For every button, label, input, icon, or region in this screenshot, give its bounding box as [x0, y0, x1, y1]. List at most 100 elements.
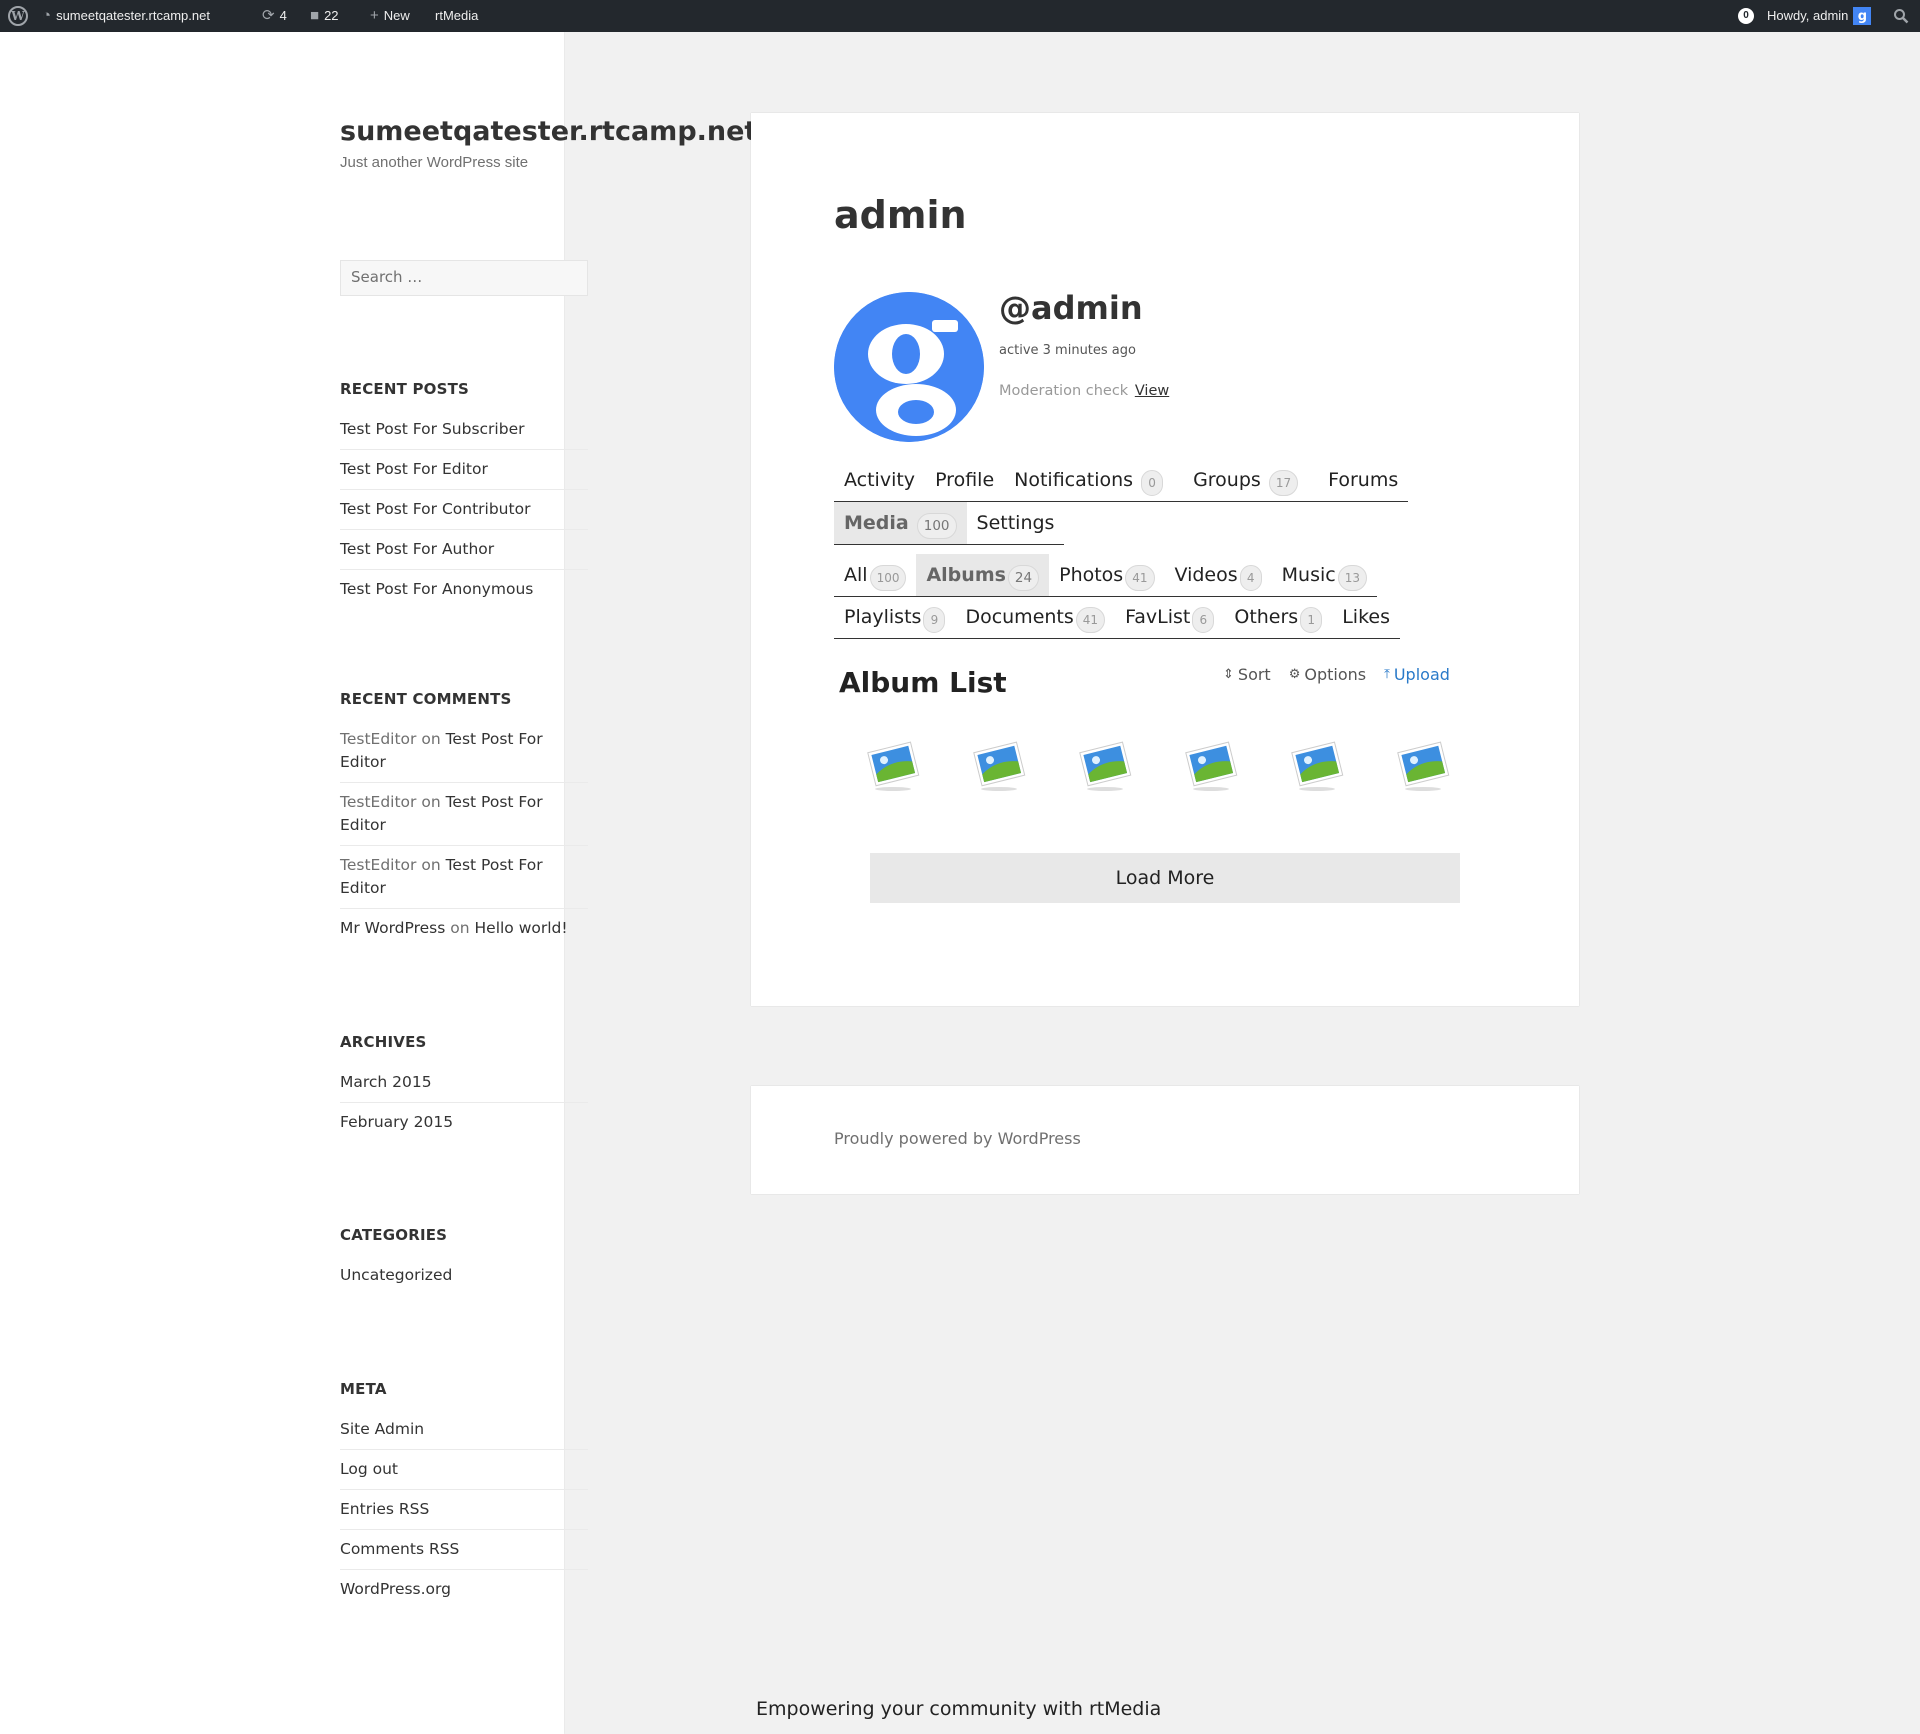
tab-count: 41 — [1075, 607, 1106, 633]
site-name-menu[interactable]: ◔ sumeetqatester.rtcamp.net — [42, 0, 210, 32]
avatar[interactable] — [834, 292, 984, 442]
category-link[interactable]: Uncategorized — [340, 1264, 588, 1295]
upload-button[interactable]: ⤒ Upload — [1384, 665, 1450, 684]
options-button[interactable]: ⚙ Options — [1289, 665, 1366, 684]
meta-link[interactable]: WordPress.org — [340, 1569, 588, 1609]
meta-link[interactable]: Comments RSS — [340, 1529, 588, 1569]
nav-settings[interactable]: Settings — [967, 502, 1065, 544]
nav-forums[interactable]: Forums — [1308, 459, 1408, 501]
tab-count: 13 — [1337, 565, 1367, 591]
recent-comment: Mr WordPress on Hello world! — [340, 908, 588, 948]
media-tab-others[interactable]: Others 1 — [1224, 596, 1332, 638]
sort-button[interactable]: ⇕ Sort — [1223, 665, 1271, 684]
wordpress-logo-icon: W — [8, 6, 28, 26]
categories-widget: CATEGORIES Uncategorized — [340, 1226, 588, 1295]
media-tab-documents[interactable]: Documents 41 — [955, 596, 1115, 638]
wordpress-logo-menu[interactable]: W — [8, 0, 28, 32]
image-placeholder-icon — [1185, 741, 1238, 791]
new-content-menu[interactable]: + New — [370, 0, 410, 32]
media-tab-playlists[interactable]: Playlists 9 — [834, 596, 955, 638]
nav-label: Activity — [844, 469, 916, 491]
nav-profile[interactable]: Profile — [925, 459, 1004, 501]
tab-label: Playlists — [844, 606, 922, 628]
recent-comment: TestEditor on Test Post For Editor — [340, 845, 588, 908]
site-title[interactable]: sumeetqatester.rtcamp.net — [340, 116, 757, 147]
tab-label: Music — [1281, 564, 1336, 586]
archive-link[interactable]: February 2015 — [340, 1102, 588, 1142]
options-label: Options — [1304, 665, 1367, 684]
dashboard-icon: ◔ — [42, 7, 52, 24]
image-placeholder-icon — [973, 741, 1026, 791]
nav-activity[interactable]: Activity — [834, 459, 925, 501]
user-handle: @admin — [999, 289, 1143, 327]
page-title: admin — [834, 193, 967, 237]
recent-comment: TestEditor on Test Post For Editor — [340, 782, 588, 845]
recent-post-link[interactable]: Test Post For Subscriber — [340, 418, 588, 449]
media-tab-likes[interactable]: Likes — [1332, 596, 1400, 638]
recent-comments-widget: RECENT COMMENTS TestEditor on Test Post … — [340, 690, 588, 948]
media-subnav-row-2: Playlists 9 Documents 41 FavList 6 Others 1 … — [834, 596, 1400, 639]
comment-bubble-icon: ■ — [310, 7, 320, 24]
my-account-menu[interactable]: Howdy, admin g — [1767, 0, 1872, 32]
search-menu[interactable] — [1893, 0, 1909, 32]
updates-count: 4 — [279, 8, 287, 23]
media-tab-music[interactable]: Music 13 — [1272, 554, 1377, 596]
meta-link[interactable]: Entries RSS — [340, 1489, 588, 1529]
meta-link[interactable]: Log out — [340, 1449, 588, 1489]
recent-post-link[interactable]: Test Post For Anonymous — [340, 569, 588, 609]
nav-label: Profile — [935, 469, 995, 491]
avatar-small: g — [1853, 7, 1872, 25]
sort-icon: ⇕ — [1223, 667, 1234, 682]
comment-post-link[interactable]: Hello world! — [475, 919, 568, 937]
profile-card: admin @admin active 3 minutes ago Modera… — [751, 113, 1579, 1006]
album-thumbnail[interactable] — [1181, 733, 1241, 793]
comments-menu[interactable]: ■ 22 — [310, 0, 339, 32]
moderation-view-link[interactable]: View — [1135, 383, 1169, 399]
image-placeholder-icon — [1291, 741, 1344, 791]
tab-count: 41 — [1125, 565, 1155, 591]
tab-label: Albums — [926, 564, 1006, 586]
admin-bar: W ◔ sumeetqatester.rtcamp.net ⟳ 4 ■ 22 +… — [0, 0, 1920, 32]
plus-icon: + — [370, 7, 379, 24]
recent-post-link[interactable]: Test Post For Contributor — [340, 489, 588, 529]
album-thumbnail[interactable] — [863, 733, 923, 793]
updates-menu[interactable]: ⟳ 4 — [262, 0, 287, 32]
album-thumbnail[interactable] — [1287, 733, 1347, 793]
image-placeholder-icon — [867, 741, 920, 791]
archive-link[interactable]: March 2015 — [340, 1071, 588, 1102]
comment-on: on — [450, 919, 470, 937]
google-g-avatar-icon — [834, 292, 984, 442]
media-tab-albums[interactable]: Albums 24 — [916, 554, 1050, 596]
album-thumbnail[interactable] — [1393, 733, 1453, 793]
nav-label: Media — [844, 512, 909, 534]
archives-widget: ARCHIVES March 2015 February 2015 — [340, 1033, 588, 1142]
rtmedia-menu[interactable]: rtMedia — [435, 0, 478, 32]
media-tab-photos[interactable]: Photos 41 — [1049, 554, 1164, 596]
tab-label: All — [844, 564, 868, 586]
powered-by-link[interactable]: Proudly powered by WordPress — [834, 1129, 1081, 1148]
search-input[interactable]: Search … — [340, 260, 588, 296]
nav-label: Settings — [976, 512, 1055, 534]
comments-count: 22 — [324, 8, 339, 23]
nav-notifications[interactable]: Notifications 0 — [1004, 459, 1173, 501]
media-tab-videos[interactable]: Videos 4 — [1165, 554, 1272, 596]
load-more-button[interactable]: Load More — [870, 853, 1460, 903]
new-label: New — [383, 8, 410, 23]
howdy-label: Howdy, admin — [1767, 8, 1849, 23]
nav-media[interactable]: Media 100 — [834, 502, 967, 544]
tab-count: 24 — [1007, 565, 1040, 591]
media-tab-all[interactable]: All 100 — [834, 554, 916, 596]
meta-link[interactable]: Site Admin — [340, 1418, 588, 1449]
categories-heading: CATEGORIES — [340, 1226, 448, 1244]
album-thumbnail[interactable] — [1075, 733, 1135, 793]
comment-author-link[interactable]: Mr WordPress — [340, 919, 445, 937]
notifications-menu[interactable]: 0 — [1738, 0, 1754, 32]
meta-widget: META Site Admin Log out Entries RSS Comm… — [340, 1380, 588, 1609]
media-tab-favlist[interactable]: FavList 6 — [1115, 596, 1224, 638]
recent-post-link[interactable]: Test Post For Author — [340, 529, 588, 569]
nav-count: 100 — [916, 513, 957, 539]
recent-post-link[interactable]: Test Post For Editor — [340, 449, 588, 489]
album-thumbnail[interactable] — [969, 733, 1029, 793]
nav-groups[interactable]: Groups 17 — [1173, 459, 1308, 501]
rtmedia-tagline[interactable]: Empowering your community with rtMedia — [756, 1698, 1161, 1720]
